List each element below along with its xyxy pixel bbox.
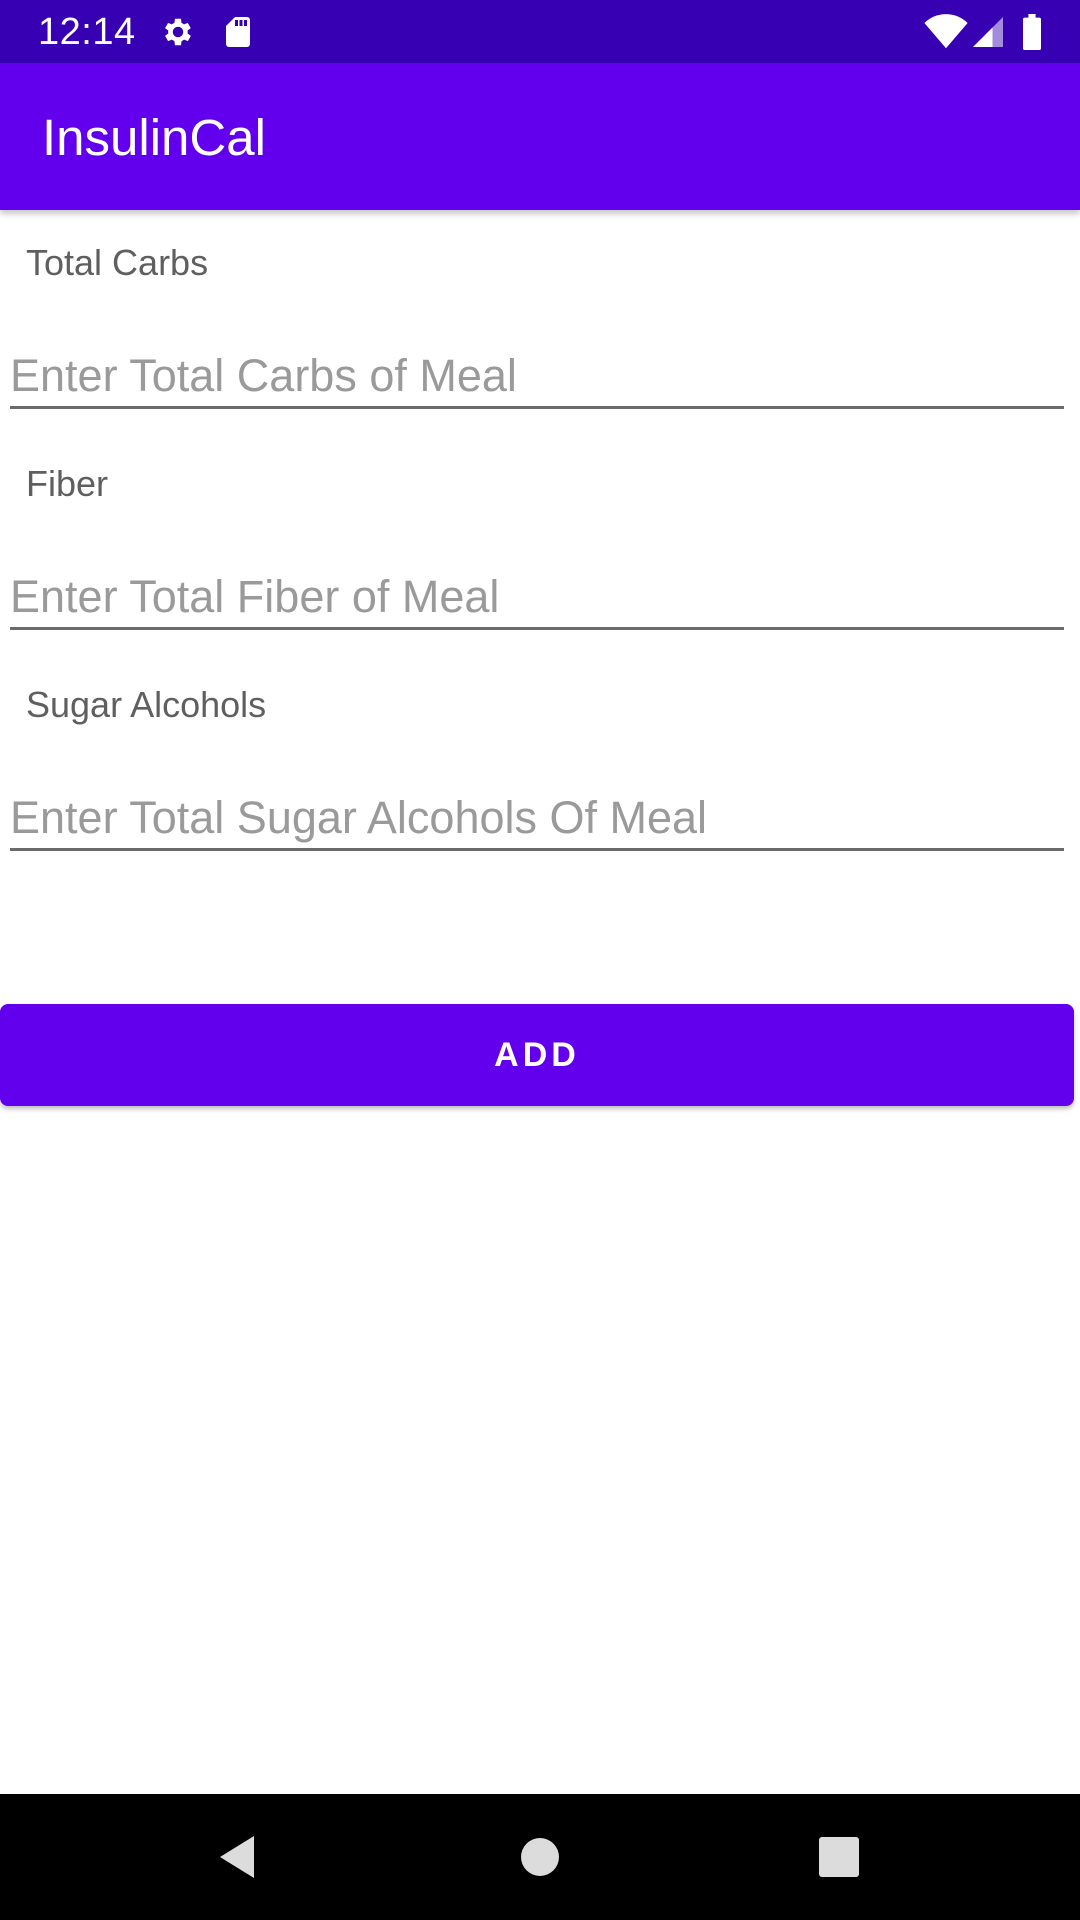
back-icon[interactable] [214, 1832, 264, 1882]
sd-card-icon [220, 14, 256, 50]
app-title: InsulinCal [42, 109, 266, 166]
cell-signal-icon [970, 14, 1006, 50]
gear-icon [160, 14, 196, 50]
status-time: 12:14 [38, 11, 136, 53]
recents-icon[interactable] [814, 1832, 864, 1882]
add-button[interactable]: ADD [0, 1004, 1074, 1106]
battery-icon [1020, 14, 1044, 50]
wifi-icon [924, 14, 968, 50]
fiber-label: Fiber [26, 463, 109, 504]
sugar-alcohols-input[interactable] [10, 787, 1064, 851]
status-bar: 12:14 [0, 0, 1080, 63]
sugar-alcohols-label: Sugar Alcohols [26, 684, 267, 725]
total-carbs-label: Total Carbs [26, 242, 209, 283]
app-bar: InsulinCal [0, 63, 1080, 210]
total-carbs-input[interactable] [10, 345, 1064, 409]
fiber-input[interactable] [10, 566, 1064, 630]
navigation-bar [0, 1794, 1080, 1920]
home-icon[interactable] [515, 1832, 565, 1882]
